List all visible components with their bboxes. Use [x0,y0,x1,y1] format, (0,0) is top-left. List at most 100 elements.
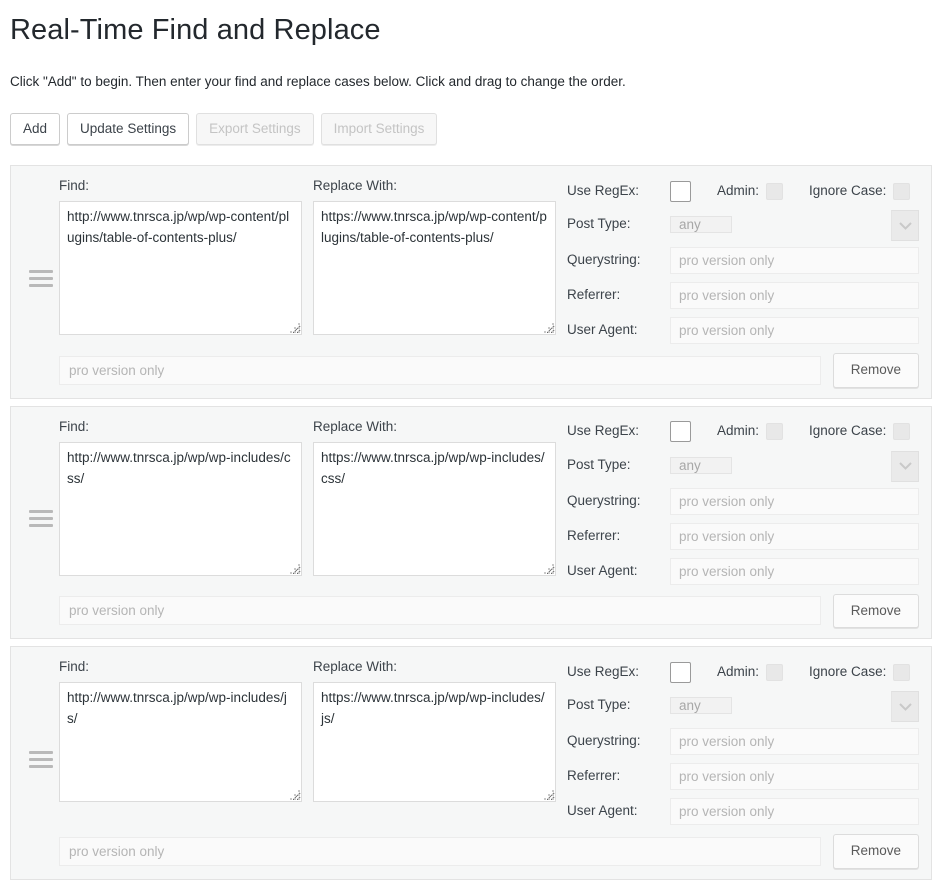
querystring-label: Querystring: [567,252,641,268]
find-textarea-wrapper [59,441,302,576]
drag-handle-icon[interactable] [23,659,59,825]
user-agent-input[interactable]: pro version only [670,798,919,825]
admin-label: Admin: [717,663,760,679]
find-column: Find: [59,659,302,803]
use-regex-checkbox[interactable] [670,421,691,442]
post-type-select[interactable]: any [670,216,732,233]
find-column: Find: [59,178,302,336]
find-input[interactable] [59,441,302,576]
page-description: Click "Add" to begin. Then enter your fi… [10,74,626,90]
replace-column: Replace With: [313,419,556,576]
find-textarea-wrapper [59,682,302,803]
replace-textarea-wrapper [313,441,556,576]
remove-button[interactable]: Remove [832,593,919,628]
admin-checkbox[interactable] [766,182,784,200]
user-agent-line: User Agent: pro version only [567,317,919,344]
use-regex-checkbox[interactable] [670,180,691,202]
replace-label: Replace With: [313,418,398,434]
querystring-label: Querystring: [567,492,641,508]
table-row: Find: Replace With: [10,405,932,639]
user-agent-label: User Agent: [567,322,638,338]
rules-list: Find: Replace With: [10,165,932,880]
admin-checkbox[interactable] [766,663,784,681]
replace-label: Replace With: [313,178,398,193]
ignore-case-label: Ignore Case: [809,663,887,679]
referrer-input[interactable]: pro version only [670,763,919,790]
admin-label: Admin: [717,423,760,439]
ignore-case-checkbox[interactable] [893,423,911,440]
referrer-input[interactable]: pro version only [670,282,919,309]
replace-input[interactable] [313,441,556,576]
ignore-case-label: Ignore Case: [809,423,887,439]
user-agent-label: User Agent: [567,562,638,578]
flags-line: Use RegEx: Admin: Ignore Case: [567,661,919,683]
post-type-select[interactable]: any [670,456,732,474]
referrer-line: Referrer: pro version only [567,763,919,790]
post-type-line: Post Type: any [567,691,919,722]
find-label: Find: [59,659,90,674]
find-textarea-wrapper [59,201,302,336]
querystring-line: Querystring: pro version only [567,247,919,274]
remove-button[interactable]: Remove [832,353,919,388]
chevron-down-icon [891,450,919,482]
user-agent-line: User Agent: pro version only [567,557,919,585]
post-type-select[interactable]: any [670,697,732,714]
toolbar: Add Update Settings Export Settings Impo… [10,112,932,145]
flags-line: Use RegEx: Admin: Ignore Case: [567,421,919,443]
update-settings-button[interactable]: Update Settings [67,112,190,145]
replace-column: Replace With: [313,659,556,803]
referrer-input[interactable]: pro version only [670,522,919,550]
row-footer: pro version only Remove [23,593,919,628]
row-footer: pro version only Remove [23,834,919,869]
post-type-line: Post Type: any [567,210,919,241]
ignore-case-checkbox[interactable] [893,182,911,200]
find-input[interactable] [59,682,302,803]
drag-handle-icon[interactable] [23,419,59,585]
options-column: Use RegEx: Admin: Ignore Case: Post Type… [567,419,919,585]
post-type-select-wrapper: any [670,210,919,241]
row-extra-input[interactable]: pro version only [59,355,821,385]
post-type-select-wrapper: any [670,450,919,482]
user-agent-input[interactable]: pro version only [670,317,919,344]
add-button[interactable]: Add [10,112,61,145]
admin-checkbox[interactable] [766,423,784,440]
querystring-line: Querystring: pro version only [567,728,919,755]
flags-line: Use RegEx: Admin: Ignore Case: [567,180,919,202]
import-settings-button[interactable]: Import Settings [320,112,438,145]
user-agent-input[interactable]: pro version only [670,557,919,585]
use-regex-label: Use RegEx: [567,182,640,198]
querystring-input[interactable]: pro version only [670,487,919,515]
user-agent-label: User Agent: [567,803,638,819]
referrer-label: Referrer: [567,527,621,543]
post-type-line: Post Type: any [567,450,919,482]
user-agent-line: User Agent: pro version only [567,798,919,825]
referrer-label: Referrer: [567,287,621,303]
chevron-down-icon [891,210,919,241]
table-row: Find: Replace With: [10,646,932,880]
drag-handle-icon[interactable] [23,178,59,344]
querystring-input[interactable]: pro version only [670,247,919,274]
row-body: Find: Replace With: [23,178,919,344]
post-type-label: Post Type: [567,216,631,232]
export-settings-button[interactable]: Export Settings [196,112,314,145]
use-regex-checkbox[interactable] [670,661,691,683]
remove-button[interactable]: Remove [832,834,919,869]
ignore-case-checkbox[interactable] [893,663,911,681]
options-column: Use RegEx: Admin: Ignore Case: Post Type… [567,178,919,344]
admin-label: Admin: [717,182,760,198]
row-extra-input[interactable]: pro version only [59,596,821,626]
referrer-label: Referrer: [567,768,621,784]
referrer-line: Referrer: pro version only [567,282,919,309]
find-label: Find: [59,418,90,434]
page-title: Real-Time Find and Replace [10,14,381,46]
find-label: Find: [59,178,90,193]
referrer-line: Referrer: pro version only [567,522,919,550]
ignore-case-label: Ignore Case: [809,182,887,198]
find-input[interactable] [59,201,302,336]
querystring-input[interactable]: pro version only [670,728,919,755]
replace-input[interactable] [313,201,556,336]
post-type-select-wrapper: any [670,691,919,722]
row-extra-input[interactable]: pro version only [59,836,821,866]
replace-input[interactable] [313,682,556,803]
admin-page: Real-Time Find and Replace Click "Add" t… [0,12,942,880]
